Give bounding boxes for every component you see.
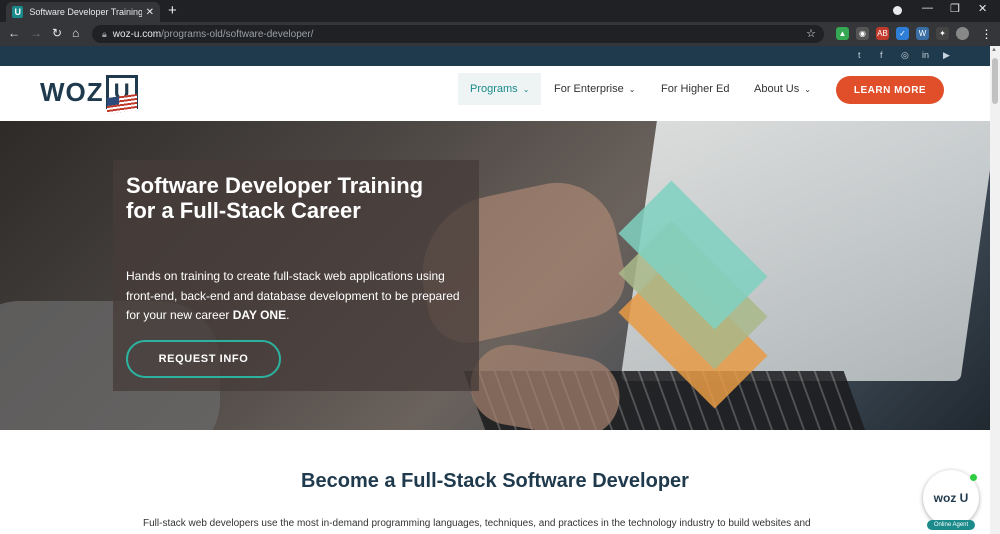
window-close-icon[interactable]: ✕ <box>978 2 987 15</box>
close-tab-icon[interactable]: ✕ <box>146 7 154 18</box>
tab-title: Software Developer Training Onl <box>29 7 142 17</box>
social-bar: t f ◎ in ▶ <box>0 46 990 66</box>
nav-programs[interactable]: Programs ⌄ <box>458 73 542 105</box>
nav-for-higher-ed[interactable]: For Higher Ed <box>661 73 729 105</box>
hero-title: Software Developer Training for a Full-S… <box>126 173 424 223</box>
bookmark-star-icon[interactable]: ☆ <box>806 27 816 40</box>
hero-lead-end: . <box>286 308 290 322</box>
online-agent-chat-button[interactable]: woz U Online Agent <box>923 470 979 530</box>
section-text: Full-stack web developers use the most i… <box>143 518 811 529</box>
scrollbar-thumb[interactable] <box>992 58 998 104</box>
chevron-down-icon: ⌄ <box>522 84 530 94</box>
camera-extension-icon[interactable]: ◉ <box>856 27 869 40</box>
hero-lead-bold: DAY ONE <box>232 308 287 322</box>
nav-for-enterprise[interactable]: For Enterprise ⌄ <box>554 73 635 105</box>
agent-logo: woz U <box>933 491 969 505</box>
profile-download-icon[interactable] <box>893 6 902 15</box>
site-header: WOZ U Programs ⌄ For Enterprise ⌄ For High… <box>0 66 990 121</box>
wordpress-extension-icon[interactable]: W <box>916 27 929 40</box>
profile-avatar-icon[interactable] <box>956 27 969 40</box>
facebook-icon[interactable]: f <box>880 50 883 60</box>
restore-icon[interactable]: ❐ <box>950 2 960 15</box>
back-icon[interactable]: ← <box>8 26 20 40</box>
nav-about-us[interactable]: About Us ⌄ <box>754 73 811 105</box>
hero-hand-lower <box>464 338 626 430</box>
nav-programs-label: Programs <box>470 83 518 95</box>
browser-toolbar: ← → ↻ ⌂ 🔒︎ woz-u.com/programs-old/softwa… <box>0 22 1000 46</box>
hero-lead-text: Hands on training to create full-stack w… <box>126 269 460 322</box>
minimize-icon[interactable]: — <box>922 2 933 14</box>
puzzle-extensions-icon[interactable]: ✦ <box>936 27 949 40</box>
forward-icon[interactable]: → <box>30 26 42 40</box>
logo-woz-text: WOZ <box>40 76 104 107</box>
section-title: Become a Full-Stack Software Developer <box>301 470 689 492</box>
nav-higher-ed-label: For Higher Ed <box>661 83 730 95</box>
page-scrollbar[interactable]: ▲ <box>990 46 1000 534</box>
address-bar[interactable]: 🔒︎ woz-u.com/programs-old/software-devel… <box>92 25 824 43</box>
hero-section: Software Developer Training for a Full-S… <box>0 121 990 430</box>
nav-enterprise-label: For Enterprise <box>554 83 624 95</box>
online-agent-badge: Online Agent <box>927 520 975 530</box>
hero-lead: Hands on training to create full-stack w… <box>126 267 466 326</box>
adblock-extension-icon[interactable]: AB <box>876 27 889 40</box>
woz-u-logo[interactable]: WOZ U <box>40 75 138 115</box>
learn-more-button[interactable]: LEARN MORE <box>836 76 944 104</box>
home-icon[interactable]: ⌂ <box>72 26 79 40</box>
lock-icon: 🔒︎ <box>102 28 107 39</box>
request-info-button[interactable]: REQUEST INFO <box>126 340 281 378</box>
scroll-up-icon[interactable]: ▲ <box>991 47 997 53</box>
site-favicon-icon: U <box>12 6 24 18</box>
chevron-down-icon: ⌄ <box>804 84 811 94</box>
logo-u-box: U <box>105 75 138 115</box>
instagram-icon[interactable]: ◎ <box>901 50 909 61</box>
menu-kebab-icon[interactable]: ⋮ <box>980 27 993 41</box>
browser-tab[interactable]: U Software Developer Training Onl ✕ <box>6 2 160 22</box>
check-extension-icon[interactable]: ✓ <box>896 27 909 40</box>
online-status-dot <box>970 474 977 481</box>
nav-about-label: About Us <box>754 83 800 95</box>
linkedin-icon[interactable]: in <box>922 50 929 60</box>
youtube-icon[interactable]: ▶ <box>943 50 950 61</box>
twitter-icon[interactable]: t <box>858 50 861 60</box>
url-host: woz-u.com <box>112 28 162 40</box>
url-path: /programs-old/software-developer/ <box>161 28 314 40</box>
new-tab-icon[interactable]: + <box>168 2 177 20</box>
chevron-down-icon: ⌄ <box>628 84 636 94</box>
drive-extension-icon[interactable]: ▲ <box>836 27 849 40</box>
browser-tab-bar: U Software Developer Training Onl ✕ + — … <box>0 0 1000 22</box>
reload-icon[interactable]: ↻ <box>52 26 62 40</box>
flag-icon <box>106 93 137 115</box>
